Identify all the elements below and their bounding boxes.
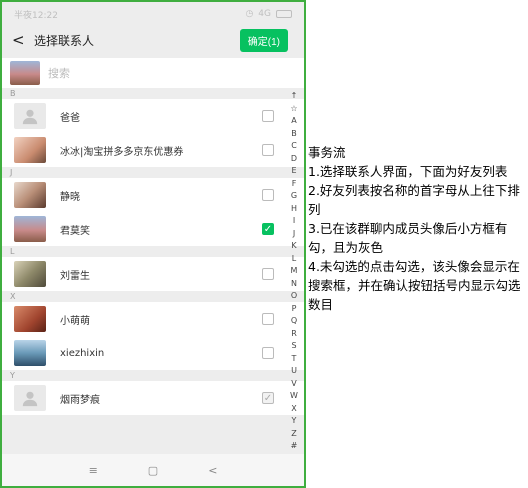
- contact-name: xiezhixin: [60, 347, 105, 359]
- index-letter[interactable]: B: [291, 128, 297, 141]
- status-time: 半夜12:22: [14, 10, 58, 21]
- select-checkbox[interactable]: [262, 347, 274, 359]
- select-checkbox[interactable]: [262, 144, 274, 156]
- section-header: J: [2, 167, 304, 178]
- contact-avatar: [14, 306, 46, 332]
- index-letter[interactable]: F: [292, 178, 297, 191]
- select-checkbox[interactable]: [262, 110, 274, 122]
- index-letter[interactable]: G: [291, 190, 297, 203]
- index-letter[interactable]: T: [292, 353, 297, 366]
- home-icon[interactable]: ▢: [148, 464, 158, 477]
- index-letter[interactable]: S: [291, 340, 296, 353]
- chevron-left-icon[interactable]: <: [12, 31, 34, 49]
- index-letter[interactable]: D: [291, 153, 297, 166]
- index-letter[interactable]: O: [291, 290, 297, 303]
- confirm-button[interactable]: 确定(1): [239, 28, 288, 52]
- contact-list: B 爸爸冰冰|淘宝拼多多京东优惠券 J 静晓君莫笑 ✓ L 刘雷生 X 小萌萌 xiezhixin…: [2, 88, 304, 415]
- default-avatar-icon: [14, 385, 46, 411]
- contact-name: 君莫笑: [60, 225, 90, 237]
- system-nav-bar: ≡ ▢ <: [2, 454, 304, 486]
- search-input[interactable]: 搜索: [48, 65, 70, 81]
- index-letter[interactable]: H: [291, 203, 297, 216]
- index-letter[interactable]: K: [291, 240, 296, 253]
- select-checkbox: ✓: [262, 392, 274, 404]
- index-letter[interactable]: R: [291, 328, 297, 341]
- contact-avatar: [14, 261, 46, 287]
- contact-avatar: [14, 216, 46, 242]
- section-header: B: [2, 88, 304, 99]
- selected-avatar[interactable]: [10, 61, 40, 85]
- phone-screen: 半夜12:22 ◷ 4G < 选择联系人 确定(1) 搜索 B 爸爸冰冰|淘宝拼多…: [0, 0, 306, 488]
- page-title: 选择联系人: [34, 33, 95, 48]
- contact-name: 小萌萌: [60, 315, 90, 327]
- search-bar[interactable]: 搜索: [2, 58, 304, 88]
- index-letter[interactable]: Y: [292, 415, 297, 428]
- alarm-icon: ◷: [245, 9, 254, 19]
- index-letter[interactable]: E: [291, 165, 296, 178]
- index-letter[interactable]: N: [291, 278, 297, 291]
- contact-name: 刘雷生: [60, 270, 90, 282]
- notes-panel: 事务流 1.选择联系人界面，下面为好友列表 2.好友列表按名称的首字母从上往下排…: [308, 143, 523, 314]
- contact-name: 冰冰|淘宝拼多多京东优惠券: [60, 146, 184, 158]
- battery-icon: [276, 10, 292, 18]
- index-letter[interactable]: X: [291, 403, 296, 416]
- index-letter[interactable]: M: [291, 265, 298, 278]
- index-letter[interactable]: V: [291, 378, 296, 391]
- index-letter[interactable]: W: [290, 390, 298, 403]
- select-checkbox[interactable]: [262, 313, 274, 325]
- status-bar: 半夜12:22 ◷ 4G: [2, 2, 304, 26]
- contact-avatar: [14, 182, 46, 208]
- index-letter[interactable]: Z: [291, 428, 296, 441]
- select-checkbox[interactable]: [262, 189, 274, 201]
- panel-divider: [304, 0, 306, 488]
- contact-row[interactable]: 烟雨梦痕 ✓: [2, 381, 304, 415]
- section-header: X: [2, 291, 304, 302]
- contact-name: 爸爸: [60, 112, 80, 124]
- index-letter[interactable]: A: [291, 115, 296, 128]
- select-checkbox[interactable]: ✓: [262, 223, 274, 235]
- select-checkbox[interactable]: [262, 268, 274, 280]
- index-letter[interactable]: I: [293, 215, 295, 228]
- contact-row[interactable]: 爸爸: [2, 99, 304, 133]
- index-letter[interactable]: ☆: [290, 103, 297, 116]
- contact-row[interactable]: 小萌萌: [2, 302, 304, 336]
- section-header: Y: [2, 370, 304, 381]
- note-item: 1.选择联系人界面，下面为好友列表: [308, 164, 508, 179]
- back-icon[interactable]: <: [208, 464, 217, 477]
- index-letter[interactable]: #: [291, 440, 298, 453]
- contact-row[interactable]: 静晓: [2, 178, 304, 212]
- section-header: L: [2, 246, 304, 257]
- note-item: 2.好友列表按名称的首字母从上往下排列: [308, 183, 520, 217]
- contact-name: 静晓: [60, 191, 80, 203]
- index-letter[interactable]: L: [292, 253, 296, 266]
- index-letter[interactable]: P: [292, 303, 297, 316]
- index-letter[interactable]: Q: [291, 315, 297, 328]
- note-item: 4.未勾选的点击勾选，该头像会显示在搜索框，并在确认按钮括号内显示勾选数目: [308, 259, 521, 312]
- contact-avatar: [14, 340, 46, 366]
- alphabet-index[interactable]: ↑ ☆ A B C D E F G H I J K L M N O P Q R S T U V W X Y Z #: [288, 90, 300, 453]
- network-label: 4G: [258, 9, 271, 19]
- index-letter[interactable]: C: [291, 140, 297, 153]
- note-item: 3.已在该群聊内成员头像后小方框有勾，且为灰色: [308, 221, 508, 255]
- default-avatar-icon: [14, 103, 46, 129]
- index-letter[interactable]: U: [291, 365, 297, 378]
- contact-name: 烟雨梦痕: [60, 394, 100, 406]
- index-letter[interactable]: J: [293, 228, 295, 241]
- index-letter[interactable]: ↑: [291, 90, 298, 103]
- top-bar: < 选择联系人 确定(1): [2, 26, 304, 54]
- contact-row[interactable]: 冰冰|淘宝拼多多京东优惠券: [2, 133, 304, 167]
- contact-avatar: [14, 137, 46, 163]
- contact-row[interactable]: 君莫笑 ✓: [2, 212, 304, 246]
- menu-icon[interactable]: ≡: [89, 464, 98, 477]
- contact-row[interactable]: 刘雷生: [2, 257, 304, 291]
- contact-row[interactable]: xiezhixin: [2, 336, 304, 370]
- notes-heading: 事务流: [308, 145, 346, 160]
- status-icons: ◷ 4G: [245, 9, 292, 19]
